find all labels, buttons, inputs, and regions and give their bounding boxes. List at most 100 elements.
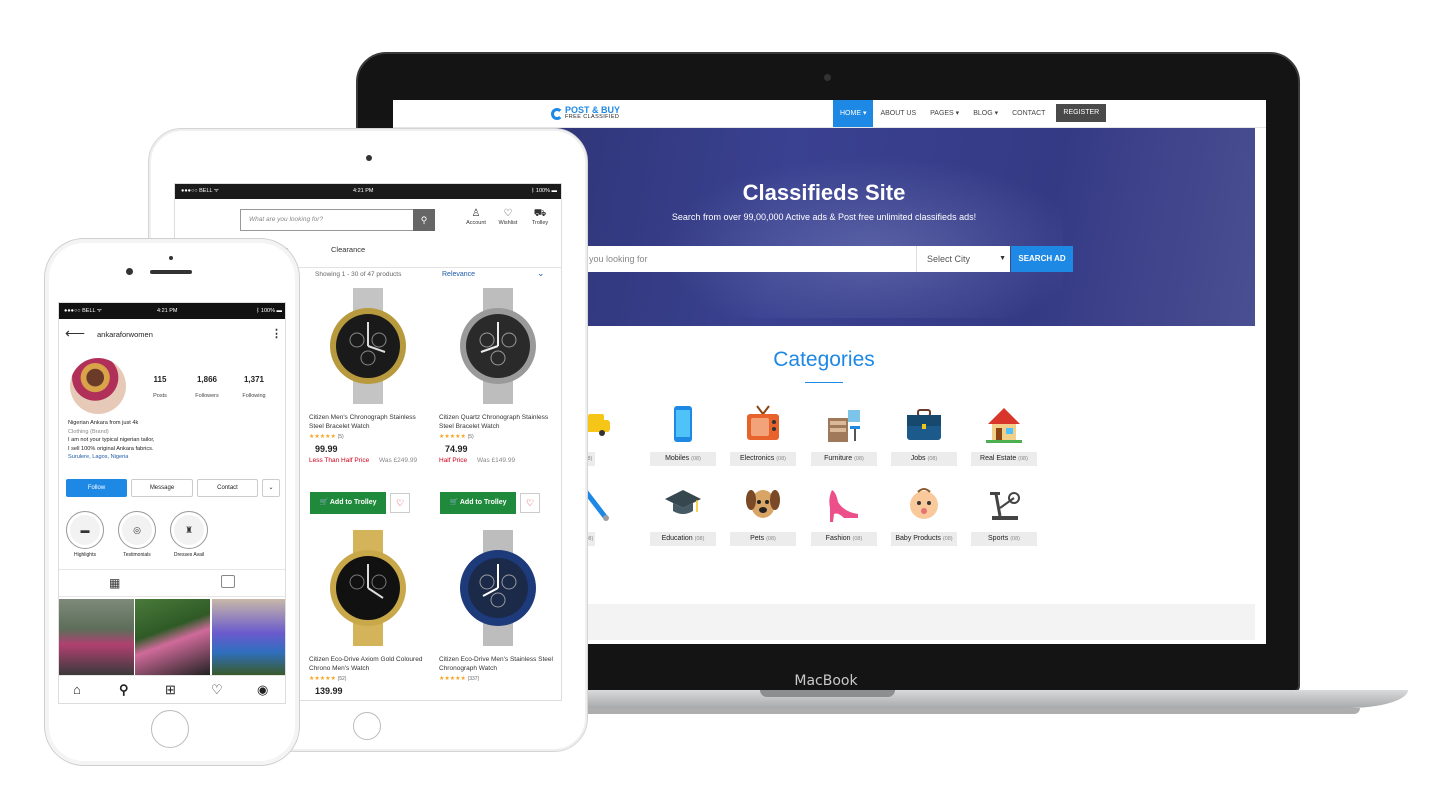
carrier-signal: ●●●○○ BELL ᯤ	[64, 308, 102, 314]
tagged-photos-icon[interactable]	[221, 575, 235, 588]
category-real-estate[interactable]: Real Estate (08)	[971, 400, 1037, 470]
product-name[interactable]: Citizen Men's Chronograph Stainless Stee…	[309, 413, 427, 431]
shop-search-input[interactable]: What are you looking for?	[240, 209, 415, 231]
avatar[interactable]	[70, 358, 126, 414]
product-card[interactable]: Citizen Eco-Drive Men's Stainless Steel …	[439, 530, 557, 682]
tab-clearance[interactable]: Clearance	[331, 245, 365, 254]
menu-home[interactable]: HOME ▾	[833, 100, 874, 127]
user-icon: ♙	[471, 208, 481, 219]
product-card[interactable]: Citizen Quartz Chronograph Stainless Ste…	[439, 288, 557, 465]
trolley-label: Trolley	[531, 220, 549, 226]
product-name[interactable]: Citizen Quartz Chronograph Stainless Ste…	[439, 413, 557, 431]
product-name[interactable]: Citizen Eco-Drive Axiom Gold Coloured Ch…	[309, 655, 427, 673]
category-label: Furniture	[824, 455, 853, 462]
result-count: Showing 1 - 30 of 47 products	[315, 271, 402, 278]
story-highlight[interactable]: ◎ Testimonials	[117, 511, 157, 558]
search-ad-button[interactable]: SEARCH AD	[1011, 246, 1073, 272]
wishlist-link[interactable]: ♡ Wishlist	[493, 208, 523, 226]
chevron-down-icon[interactable]: ⌄	[262, 479, 280, 497]
search-icon[interactable]: ⚲	[413, 209, 435, 231]
dog-icon	[746, 490, 780, 518]
product-price: 139.99	[315, 686, 343, 696]
category-count: (08)	[942, 536, 953, 542]
more-options-icon[interactable]: ⋮	[271, 327, 282, 340]
sort-select[interactable]: Relevance	[442, 271, 475, 278]
city-select-value: Select City	[927, 254, 971, 264]
grid-icon[interactable]: ▦	[109, 576, 120, 590]
category-baby-products[interactable]: Baby Products (08)	[891, 480, 957, 550]
category-label: Education	[661, 535, 693, 542]
story-highlight[interactable]: ▬ Highlights	[65, 511, 105, 558]
category-electronics[interactable]: Electronics (08)	[730, 400, 796, 470]
following-stat[interactable]: 1,371 Following	[234, 375, 274, 402]
phone-screen: ●●●○○ BELL ᯤ 4:21 PM ᛒ 100% ▬ ⟵ ankarafo…	[58, 302, 286, 704]
message-button[interactable]: Message	[131, 479, 193, 497]
battery-indicator: ᛒ 100% ▬	[531, 188, 557, 194]
watch-image	[460, 288, 536, 404]
city-select[interactable]: Select City ▼	[916, 246, 1010, 272]
category-label: Jobs	[910, 455, 926, 462]
product-name[interactable]: Citizen Eco-Drive Men's Stainless Steel …	[439, 655, 557, 673]
add-post-icon[interactable]: ⊞	[165, 682, 176, 698]
home-icon[interactable]: ⌂	[73, 682, 81, 697]
followers-stat[interactable]: 1,866 Followers	[187, 375, 227, 402]
add-to-trolley-button[interactable]: 🛒 Add to Trolley	[310, 492, 386, 514]
mobile-icon	[674, 406, 692, 442]
posts-stat[interactable]: 115 Posts	[140, 375, 180, 402]
bio-location-link[interactable]: Surulere, Lagos, Nigeria	[68, 453, 278, 462]
account-label: Account	[466, 220, 486, 226]
contact-button[interactable]: Contact	[197, 479, 258, 497]
profile-tabs: ▦	[59, 569, 285, 597]
logo-arrow-icon	[551, 107, 563, 120]
category-label: Electronics	[740, 455, 775, 462]
ad-search-input[interactable]: you looking for	[583, 246, 916, 272]
post-thumbnail[interactable]	[212, 599, 285, 675]
heart-icon[interactable]: ♡	[211, 682, 223, 698]
search-icon[interactable]: ⚲	[119, 682, 129, 698]
site-navbar: POST & BUY FREE CLASSIFIED HOME ▾ ABOUT …	[393, 100, 1266, 128]
category-furniture[interactable]: Furniture (08)	[811, 400, 877, 470]
category-jobs[interactable]: Jobs (08)	[891, 400, 957, 470]
profile-icon[interactable]: ◉	[257, 682, 268, 698]
high-heel-icon	[829, 490, 858, 522]
menu-blog[interactable]: BLOG ▾	[966, 100, 1005, 127]
heart-icon: ♡	[503, 208, 513, 219]
add-to-trolley-button[interactable]: 🛒 Add to Trolley	[440, 492, 516, 514]
category-pets[interactable]: Pets (08)	[730, 480, 796, 550]
hero-background-image	[643, 148, 1063, 318]
tablet-home-button[interactable]	[353, 712, 381, 740]
menu-about-us[interactable]: ABOUT US	[873, 100, 923, 127]
chevron-down-icon[interactable]: ⌄	[537, 268, 545, 279]
post-thumbnail[interactable]	[59, 599, 134, 675]
category-mobiles[interactable]: Mobiles (08)	[650, 400, 716, 470]
category-count: (08)	[1010, 536, 1020, 542]
menu-contact[interactable]: CONTACT	[1005, 100, 1052, 127]
menu-pages[interactable]: PAGES ▾	[923, 100, 966, 127]
story-highlight[interactable]: ♜ Dresses Avail	[169, 511, 209, 558]
category-count: (08)	[776, 456, 786, 462]
wishlist-heart-icon[interactable]: ♡	[390, 493, 410, 513]
back-arrow-icon[interactable]: ⟵	[65, 325, 85, 342]
rating-stars: ★★★★★ (337)	[439, 675, 557, 682]
tools-icon	[584, 489, 609, 521]
category-count: (08)	[691, 456, 701, 462]
trolley-link[interactable]: ⛟ Trolley	[525, 208, 555, 226]
account-link[interactable]: ♙ Account	[461, 208, 491, 226]
product-card[interactable]: Citizen Eco-Drive Axiom Gold Coloured Ch…	[309, 530, 427, 696]
post-thumbnail[interactable]	[135, 599, 210, 675]
site-logo[interactable]: POST & BUY FREE CLASSIFIED	[551, 106, 620, 121]
highlight-thumbnail-icon: ◎	[122, 515, 152, 545]
car-icon	[584, 414, 610, 436]
product-card[interactable]: Citizen Men's Chronograph Stainless Stee…	[309, 288, 427, 465]
wishlist-heart-icon[interactable]: ♡	[520, 493, 540, 513]
category-sports[interactable]: Sports (08)	[971, 480, 1037, 550]
highlight-label: Dresses Avail	[173, 552, 205, 558]
phone-home-button[interactable]	[151, 710, 189, 748]
bio-line-1: I am not your typical nigerian tailor,	[68, 437, 155, 443]
follow-button[interactable]: Follow	[66, 479, 127, 497]
register-button[interactable]: REGISTER	[1056, 104, 1107, 122]
category-fashion[interactable]: Fashion (08)	[811, 480, 877, 550]
category-education[interactable]: Education (08)	[650, 480, 716, 550]
category-label: Pets	[750, 535, 765, 542]
category-count: (08)	[1018, 456, 1028, 462]
